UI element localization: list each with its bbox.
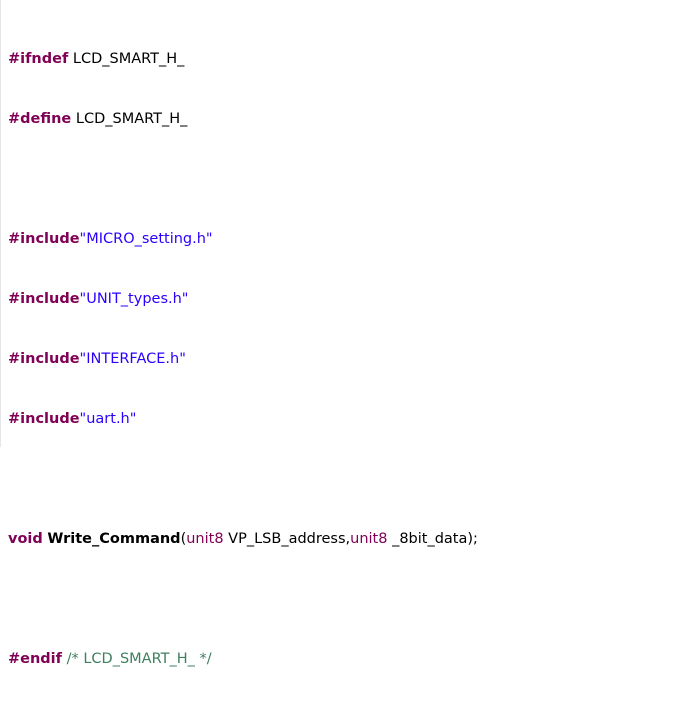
preprocessor-directive: #ifndef [8,51,69,67]
code-line-6[interactable]: #include"INTERFACE.h" [8,349,478,369]
include-path: "uart.h" [79,411,137,427]
preprocessor-directive: #include [8,291,80,307]
code-content[interactable]: #ifndef LCD_SMART_H_ #define LCD_SMART_H… [8,9,478,709]
param-name: VP_LSB_address, [223,531,351,547]
preprocessor-directive: #endif [8,651,62,667]
param-name: _8bit_data); [387,531,478,547]
preprocessor-directive: #include [8,351,80,367]
code-line-3-empty[interactable] [8,169,478,189]
code-line-5[interactable]: #include"UNIT_types.h" [8,289,478,309]
code-line-8-empty[interactable] [8,469,478,489]
code-editor[interactable]: #ifndef LCD_SMART_H_ #define LCD_SMART_H… [0,0,686,667]
macro-name: LCD_SMART_H_ [71,111,188,127]
preprocessor-directive: #include [8,411,80,427]
code-line-4[interactable]: #include"MICRO_setting.h" [8,229,478,249]
function-name: Write_Command [47,531,181,547]
include-path: "MICRO_setting.h" [79,231,213,247]
code-line-11[interactable]: #endif /* LCD_SMART_H_ */ [8,649,478,669]
param-type: unit8 [186,531,224,547]
preprocessor-directive: #define [8,111,72,127]
code-line-2[interactable]: #define LCD_SMART_H_ [8,109,478,129]
return-type-keyword: void [8,531,43,547]
code-line-10-empty[interactable] [8,589,478,609]
include-path: "INTERFACE.h" [79,351,186,367]
macro-name: LCD_SMART_H_ [68,51,185,67]
include-path: "UNIT_types.h" [79,291,189,307]
code-line-9[interactable]: void Write_Command(unit8 VP_LSB_address,… [8,529,478,549]
code-line-1[interactable]: #ifndef LCD_SMART_H_ [8,49,478,69]
code-line-7[interactable]: #include"uart.h" [8,409,478,429]
param-type: unit8 [350,531,388,547]
preprocessor-directive: #include [8,231,80,247]
code-comment: /* LCD_SMART_H_ */ [61,651,212,667]
